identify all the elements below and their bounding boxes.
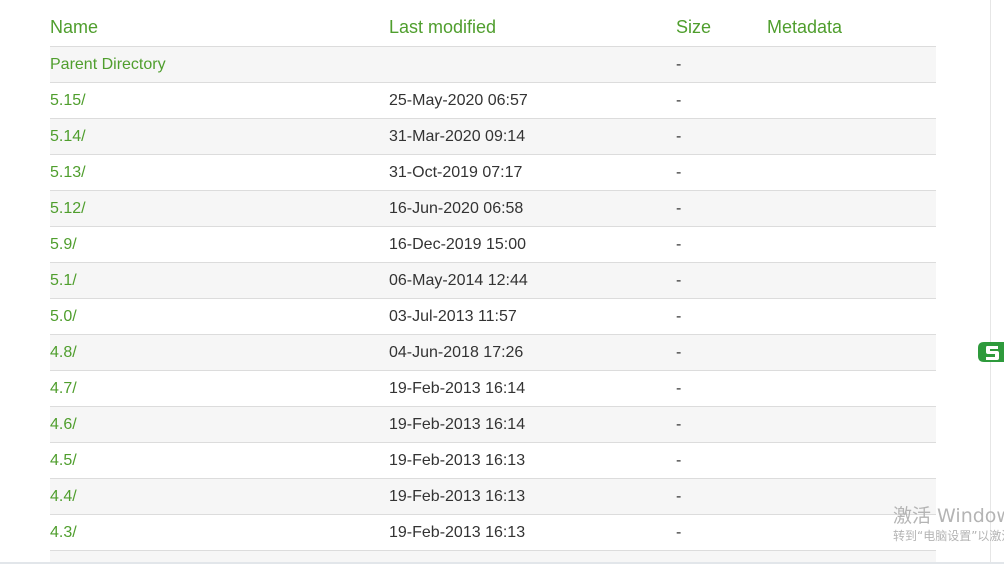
cell-size: - [676, 190, 767, 227]
cell-last-modified: 31-Oct-2019 07:17 [389, 154, 676, 191]
cell-last-modified: 19-Feb-2013 16:13 [389, 442, 676, 479]
watermark-subtitle: 转到“电脑设置”以激活 Windows。 [893, 529, 1004, 543]
cell-metadata [767, 442, 936, 479]
table-header-row: Name Last modified Size Metadata [50, 8, 936, 47]
cell-last-modified [389, 46, 676, 83]
cell-size: - [676, 118, 767, 155]
cell-name: 4.3/ [50, 514, 389, 551]
directory-link[interactable]: 5.1/ [50, 272, 77, 289]
cell-metadata [767, 190, 936, 227]
cell-last-modified: 19-Feb-2013 16:14 [389, 370, 676, 407]
directory-link[interactable]: 5.9/ [50, 236, 77, 253]
table-row: 5.12/16-Jun-2020 06:58- [50, 190, 936, 227]
cell-size: - [676, 154, 767, 191]
cell-metadata [767, 298, 936, 335]
table-row: 4.7/19-Feb-2013 16:14- [50, 370, 936, 407]
cell-size: - [676, 514, 767, 551]
cell-last-modified: 16-Dec-2019 15:00 [389, 226, 676, 263]
directory-link[interactable]: 5.14/ [50, 128, 86, 145]
cell-last-modified: 25-May-2020 06:57 [389, 82, 676, 119]
table-row: 5.13/31-Oct-2019 07:17- [50, 154, 936, 191]
cell-metadata [767, 154, 936, 191]
table-row: 5.9/16-Dec-2019 15:00- [50, 226, 936, 263]
table-row: Parent Directory - [50, 46, 936, 83]
directory-link[interactable]: 5.15/ [50, 92, 86, 109]
column-header-last-modified[interactable]: Last modified [389, 8, 676, 47]
cell-size: - [676, 442, 767, 479]
cell-name: 5.13/ [50, 154, 389, 191]
directory-link[interactable]: 4.3/ [50, 524, 77, 541]
cell-metadata [767, 46, 936, 83]
cell-last-modified: 06-May-2014 12:44 [389, 262, 676, 299]
cell-name: 4.5/ [50, 442, 389, 479]
cell-name: 4.6/ [50, 406, 389, 443]
directory-link[interactable]: 4.8/ [50, 344, 77, 361]
cell-size: - [676, 370, 767, 407]
cell-last-modified: 19-Feb-2013 16:13 [389, 514, 676, 551]
cell-last-modified: 03-Jul-2013 11:57 [389, 298, 676, 335]
cell-last-modified: 04-Jun-2018 17:26 [389, 334, 676, 371]
table-row: 5.1/06-May-2014 12:44- [50, 262, 936, 299]
sogou-ime-icon[interactable] [978, 338, 1004, 366]
table-row: 4.5/19-Feb-2013 16:13- [50, 442, 936, 479]
cell-name: 5.14/ [50, 118, 389, 155]
watermark-title: 激活 Windows [893, 505, 1004, 527]
cell-last-modified: 19-Feb-2013 16:14 [389, 406, 676, 443]
cell-last-modified: 31-Mar-2020 09:14 [389, 118, 676, 155]
cell-name: 4.8/ [50, 334, 389, 371]
cell-name: 5.0/ [50, 298, 389, 335]
directory-link[interactable]: 5.12/ [50, 200, 86, 217]
directory-link[interactable]: 4.5/ [50, 452, 77, 469]
cell-metadata [767, 82, 936, 119]
cell-name: Parent Directory [50, 46, 389, 83]
directory-link[interactable]: 4.4/ [50, 488, 77, 505]
cell-size: - [676, 82, 767, 119]
cell-name: 5.15/ [50, 82, 389, 119]
cell-metadata [767, 118, 936, 155]
cell-size: - [676, 478, 767, 515]
cell-metadata [767, 370, 936, 407]
column-header-name[interactable]: Name [50, 8, 389, 47]
table-row: 4.8/04-Jun-2018 17:26- [50, 334, 936, 371]
directory-listing-page: Name Last modified Size Metadata Parent … [0, 0, 1004, 564]
cell-name: 5.9/ [50, 226, 389, 263]
cell-name: 4.4/ [50, 478, 389, 515]
cell-size: - [676, 226, 767, 263]
cell-size: - [676, 334, 767, 371]
cell-size: - [676, 298, 767, 335]
table-row: 5.14/31-Mar-2020 09:14- [50, 118, 936, 155]
cell-metadata [767, 406, 936, 443]
directory-link[interactable]: 4.7/ [50, 380, 77, 397]
cell-size: - [676, 406, 767, 443]
cell-name: 4.7/ [50, 370, 389, 407]
table-body: Parent Directory -5.15/25-May-2020 06:57-… [50, 46, 936, 564]
directory-link[interactable]: 5.13/ [50, 164, 86, 181]
table-row: 5.15/25-May-2020 06:57- [50, 82, 936, 119]
table-row: 4.4/19-Feb-2013 16:13- [50, 478, 936, 515]
cell-name: 5.1/ [50, 262, 389, 299]
parent-directory-link[interactable]: Parent Directory [50, 56, 166, 73]
cell-last-modified: 19-Feb-2013 16:13 [389, 478, 676, 515]
table-row: 4.6/19-Feb-2013 16:14- [50, 406, 936, 443]
file-listing-table: Name Last modified Size Metadata Parent … [50, 8, 936, 564]
cell-metadata [767, 226, 936, 263]
cell-metadata [767, 262, 936, 299]
column-header-metadata[interactable]: Metadata [767, 8, 936, 47]
page-right-border [990, 0, 991, 564]
windows-activation-watermark: 激活 Windows 转到“电脑设置”以激活 Windows。 [893, 504, 1004, 544]
cell-metadata [767, 334, 936, 371]
cell-size: - [676, 262, 767, 299]
directory-link[interactable]: 4.6/ [50, 416, 77, 433]
directory-link[interactable]: 5.0/ [50, 308, 77, 325]
column-header-size[interactable]: Size [676, 8, 767, 47]
table-row: 5.0/03-Jul-2013 11:57- [50, 298, 936, 335]
cell-name: 5.12/ [50, 190, 389, 227]
cell-last-modified: 16-Jun-2020 06:58 [389, 190, 676, 227]
cell-size: - [676, 46, 767, 83]
table-row: 4.3/19-Feb-2013 16:13- [50, 514, 936, 551]
